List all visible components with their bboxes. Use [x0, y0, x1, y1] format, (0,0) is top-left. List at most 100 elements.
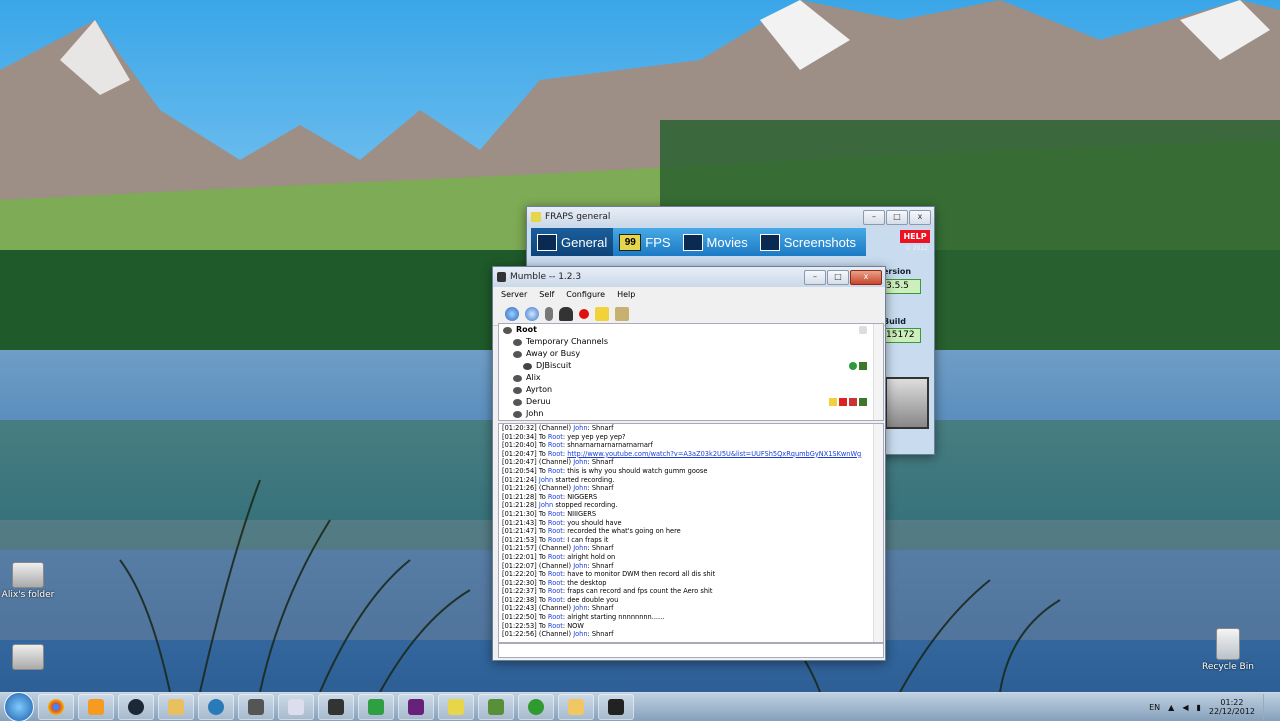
chat-target[interactable]: Root — [548, 579, 563, 587]
help-button[interactable]: HELP — [900, 230, 930, 243]
chat-target[interactable]: Root — [548, 467, 563, 475]
tree-scrollbar[interactable] — [873, 324, 883, 420]
chat-line: [01:20:40] To Root: shnarnarnarnarnarnar… — [499, 441, 883, 450]
tab-fps[interactable]: 99 FPS — [613, 228, 676, 256]
comment-c-icon[interactable] — [595, 307, 609, 321]
taskbar-app[interactable] — [358, 694, 394, 720]
taskbar-media-player[interactable] — [78, 694, 114, 720]
taskbar-mumble[interactable] — [598, 694, 634, 720]
tree-node-temporary-channels[interactable]: Temporary Channels — [499, 336, 883, 348]
node-badges — [829, 398, 867, 406]
desktop-icon-label: Alix's folder — [1, 590, 55, 600]
tree-node-root[interactable]: Root — [499, 324, 883, 336]
close-button[interactable]: x — [850, 269, 882, 285]
taskbar-fraps[interactable] — [438, 694, 474, 720]
desktop-icon-alix-folder[interactable]: Alix's folder — [0, 562, 56, 600]
tray-arrow-icon[interactable]: ▲ — [1168, 703, 1174, 712]
mumble-titlebar[interactable]: Mumble -- 1.2.3 – □ x — [493, 267, 885, 287]
clock[interactable]: 01:22 22/12/2012 — [1209, 698, 1255, 716]
chat-target[interactable]: John — [573, 562, 587, 570]
tab-general[interactable]: General — [531, 228, 614, 256]
chat-line: [01:21:43] To Root: you should have — [499, 519, 883, 528]
tab-screenshots[interactable]: Screenshots — [754, 228, 862, 256]
chat-target[interactable]: Root — [548, 536, 563, 544]
taskbar-explorer[interactable] — [158, 694, 194, 720]
taskbar-explorer[interactable] — [558, 694, 594, 720]
show-desktop-button[interactable] — [1263, 694, 1274, 720]
chat-target[interactable]: Root — [548, 441, 563, 449]
desktop-icon-drive[interactable] — [0, 644, 56, 672]
tab-movies[interactable]: Movies — [677, 228, 754, 256]
tree-node-user[interactable]: Deruu — [499, 396, 883, 408]
connect-globe-icon[interactable] — [505, 307, 519, 321]
mumble-app-icon — [497, 272, 506, 282]
chat-target[interactable]: Root — [548, 519, 563, 527]
chat-target[interactable]: John — [573, 604, 587, 612]
taskbar-unity[interactable] — [318, 694, 354, 720]
record-icon[interactable] — [579, 309, 589, 319]
chat-line: [01:20:54] To Root: this is why you shou… — [499, 467, 883, 476]
tree-node-user[interactable]: DJBiscuit — [499, 360, 883, 372]
chat-target[interactable]: Root — [548, 527, 563, 535]
log-scrollbar[interactable] — [873, 424, 883, 642]
taskbar-minecraft[interactable] — [478, 694, 514, 720]
close-button[interactable]: x — [909, 209, 931, 225]
chat-target[interactable]: Root — [548, 553, 563, 561]
chat-target[interactable]: Root — [548, 587, 563, 595]
menu-server[interactable]: Server — [501, 290, 527, 303]
chat-target[interactable]: John — [573, 544, 587, 552]
chat-target[interactable]: Root — [548, 596, 563, 604]
headphones-icon[interactable] — [559, 307, 573, 321]
chat-target[interactable]: John — [573, 630, 587, 638]
chat-input[interactable] — [498, 643, 884, 658]
chat-target[interactable]: Root — [548, 433, 563, 441]
configure-icon[interactable] — [615, 307, 629, 321]
taskbar-app[interactable] — [518, 694, 554, 720]
chat-line: [01:21:47] To Root: recorded the what's … — [499, 527, 883, 536]
tree-node-user[interactable]: John — [499, 408, 883, 420]
tree-node-user[interactable]: Alix — [499, 372, 883, 384]
network-icon[interactable]: ▮ — [1196, 703, 1200, 712]
fraps-tab-bar: General 99 FPS Movies Screenshots — [531, 228, 866, 256]
volume-icon[interactable]: ◀ — [1182, 703, 1188, 712]
fraps-titlebar[interactable]: FRAPS general – □ x — [527, 207, 934, 227]
taskbar-app[interactable] — [198, 694, 234, 720]
info-icon[interactable] — [525, 307, 539, 321]
visual-studio-icon — [408, 699, 424, 715]
minimize-button[interactable]: – — [804, 269, 826, 285]
chat-link[interactable]: http://www.youtube.com/watch?v=A3aZ03k2U… — [567, 450, 861, 458]
chat-target[interactable]: John — [573, 458, 587, 466]
tree-node-user[interactable]: Ayrton — [499, 384, 883, 396]
chat-target[interactable]: John — [573, 424, 587, 432]
chat-target[interactable]: Root — [548, 613, 563, 621]
menu-configure[interactable]: Configure — [566, 290, 605, 303]
media-player-icon — [88, 699, 104, 715]
taskbar-app[interactable] — [278, 694, 314, 720]
chat-message: : Shnarf — [587, 630, 614, 639]
minimize-button[interactable]: – — [863, 209, 885, 225]
channel-icon — [503, 326, 512, 334]
taskbar-steam[interactable] — [118, 694, 154, 720]
chat-target[interactable]: Root — [548, 622, 563, 630]
maximize-button[interactable]: □ — [886, 209, 908, 225]
menu-help[interactable]: Help — [617, 290, 635, 303]
start-button[interactable] — [4, 692, 34, 722]
language-indicator[interactable]: EN — [1149, 703, 1160, 712]
chat-target[interactable]: John — [573, 484, 587, 492]
chat-target[interactable]: Root — [548, 450, 563, 458]
tree-node-away-or-busy[interactable]: Away or Busy — [499, 348, 883, 360]
taskbar-chrome[interactable] — [38, 694, 74, 720]
taskbar-visual-studio[interactable] — [398, 694, 434, 720]
maximize-button[interactable]: □ — [827, 269, 849, 285]
desktop-icon-recycle-bin[interactable]: Recycle Bin — [1200, 628, 1256, 672]
chat-target[interactable]: Root — [548, 493, 563, 501]
chat-target[interactable]: Root — [548, 570, 563, 578]
chat-timestamp: [01:22:37] — [502, 587, 537, 596]
microphone-icon[interactable] — [545, 307, 553, 321]
chat-target[interactable]: John — [539, 476, 553, 484]
chat-target[interactable]: Root — [548, 510, 563, 518]
taskbar-app[interactable] — [238, 694, 274, 720]
chat-message: : I can fraps it — [562, 535, 609, 544]
menu-self[interactable]: Self — [539, 290, 554, 303]
chat-target[interactable]: John — [539, 501, 553, 509]
